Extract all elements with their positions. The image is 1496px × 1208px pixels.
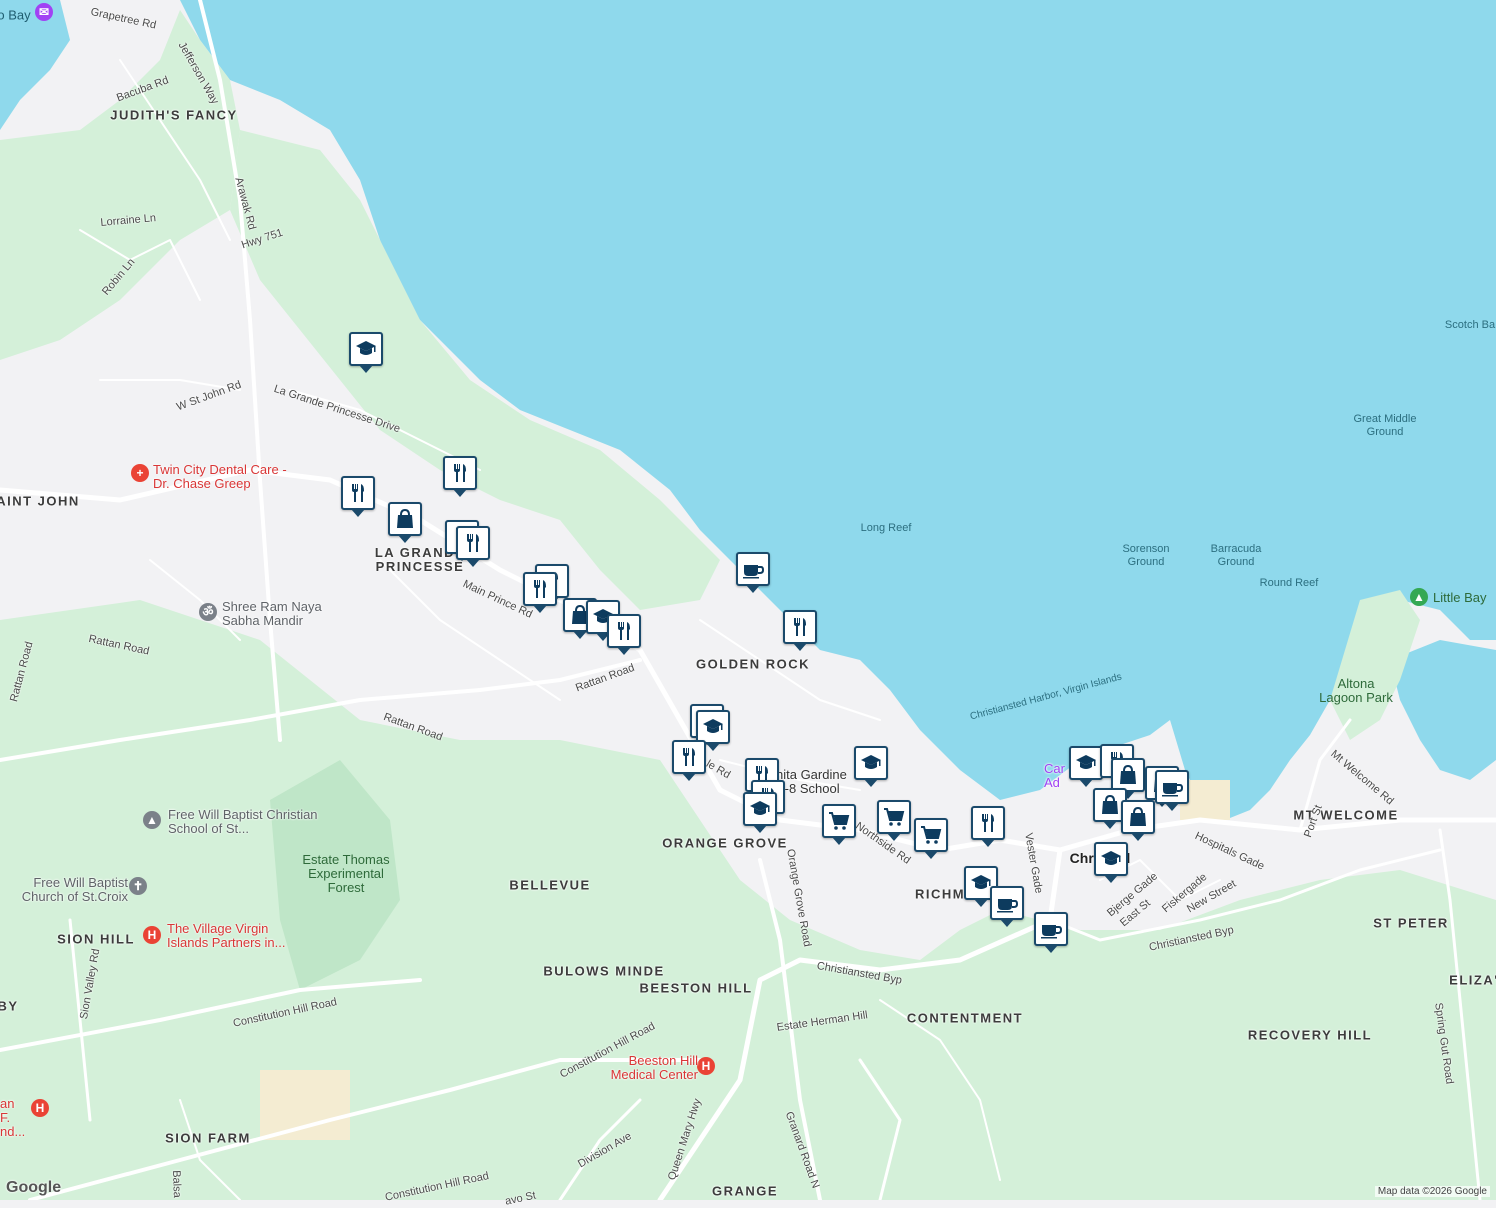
area-label: BULOWS MINDE bbox=[543, 963, 665, 979]
poi-label-juanita[interactable]: nita Gardine K-8 School bbox=[776, 768, 856, 796]
water-label: Scotch Ba bbox=[1444, 319, 1496, 331]
shopping-marker[interactable] bbox=[1111, 758, 1145, 799]
cafe-icon bbox=[743, 565, 765, 579]
water-label: Round Reef bbox=[1259, 577, 1319, 589]
poi-label-little-bay[interactable]: Little Bay bbox=[1433, 591, 1486, 605]
restaurant-marker[interactable] bbox=[523, 572, 557, 613]
school-icon bbox=[356, 341, 376, 355]
grocery-marker[interactable] bbox=[877, 800, 911, 841]
water-label: Long Reef bbox=[860, 522, 912, 534]
cafe-icon bbox=[1041, 925, 1063, 939]
cafe-marker[interactable] bbox=[1155, 770, 1189, 811]
school-marker[interactable] bbox=[696, 710, 730, 751]
hospital-icon[interactable]: H bbox=[697, 1057, 715, 1075]
area-label: BEESTON HILL bbox=[639, 980, 753, 996]
area-label: RECOVERY HILL bbox=[1247, 1027, 1373, 1043]
poi-label-mandir[interactable]: Shree Ram Naya Sabha Mandir bbox=[222, 600, 332, 628]
area-label: SION HILL bbox=[57, 931, 135, 947]
school-icon bbox=[750, 801, 770, 815]
school-icon[interactable]: ▲ bbox=[143, 811, 161, 829]
cafe-marker[interactable] bbox=[990, 886, 1024, 927]
school-icon bbox=[703, 719, 723, 733]
restaurant-icon bbox=[794, 618, 806, 636]
shopping-icon bbox=[1120, 764, 1136, 784]
school-marker[interactable] bbox=[743, 792, 777, 833]
area-label: SION FARM bbox=[165, 1130, 251, 1146]
shopping-icon bbox=[1130, 806, 1146, 826]
google-logo[interactable]: Google bbox=[6, 1179, 61, 1197]
restaurant-icon bbox=[683, 748, 695, 766]
poi-label-fwb-school[interactable]: Free Will Baptist Christian School of St… bbox=[168, 808, 318, 836]
area-label: ELIZA' bbox=[1449, 972, 1496, 988]
road-label: Balsa bbox=[170, 1170, 183, 1198]
temple-icon[interactable]: ॐ bbox=[199, 603, 217, 621]
area-label: BELLEVUE bbox=[509, 877, 591, 893]
grocery-marker[interactable] bbox=[914, 818, 948, 859]
area-label: JUDITH'S FANCY bbox=[110, 107, 238, 123]
grocery-marker[interactable] bbox=[822, 804, 856, 845]
park-icon[interactable]: ▲ bbox=[1410, 588, 1428, 606]
water-label: Sorenson Ground bbox=[1122, 543, 1170, 568]
poi-label-fwb-church[interactable]: Free Will Baptist Church of St.Croix bbox=[8, 876, 128, 904]
school-icon bbox=[1101, 851, 1121, 865]
restaurant-icon bbox=[982, 814, 994, 832]
cafe-icon bbox=[997, 899, 1019, 913]
poi-label-beeston[interactable]: Beeston Hill Medical Center bbox=[598, 1054, 698, 1082]
area-label: AINT JOHN bbox=[0, 493, 80, 509]
cafe-marker[interactable] bbox=[736, 552, 770, 593]
shopping-marker[interactable] bbox=[1121, 800, 1155, 841]
sand-block bbox=[260, 1070, 350, 1140]
area-label: GRANGE bbox=[711, 1183, 779, 1199]
restaurant-icon bbox=[618, 622, 630, 640]
church-icon[interactable]: ✝ bbox=[129, 877, 147, 895]
map-credit[interactable]: Map data ©2026 Google bbox=[1374, 1186, 1490, 1197]
shopping-icon bbox=[397, 508, 413, 528]
poi-label-forest[interactable]: Estate Thomas Experimental Forest bbox=[296, 853, 396, 895]
poi-label-altona[interactable]: Altona Lagoon Park bbox=[1316, 677, 1396, 705]
place-icon[interactable]: ✉ bbox=[35, 3, 53, 21]
restaurant-marker[interactable] bbox=[607, 614, 641, 655]
hospital-icon[interactable]: H bbox=[143, 926, 161, 944]
school-marker[interactable] bbox=[349, 332, 383, 373]
area-label: ST PETER bbox=[1373, 915, 1449, 931]
restaurant-icon bbox=[534, 580, 546, 598]
school-marker[interactable] bbox=[1094, 842, 1128, 883]
restaurant-marker[interactable] bbox=[443, 456, 477, 497]
restaurant-icon bbox=[454, 464, 466, 482]
shopping-icon bbox=[1102, 794, 1118, 814]
restaurant-marker[interactable] bbox=[456, 526, 490, 567]
restaurant-icon bbox=[467, 534, 479, 552]
grocery-icon bbox=[921, 826, 942, 844]
grocery-icon bbox=[884, 808, 905, 826]
restaurant-marker[interactable] bbox=[971, 806, 1005, 847]
restaurant-marker[interactable] bbox=[783, 610, 817, 651]
school-icon bbox=[861, 755, 881, 769]
cafe-icon bbox=[1162, 783, 1184, 797]
area-label: RICHM bbox=[914, 886, 966, 902]
hospital-icon[interactable]: H bbox=[31, 1099, 49, 1117]
cafe-marker[interactable] bbox=[1034, 912, 1068, 953]
area-label: CONTENTMENT bbox=[906, 1010, 1024, 1026]
area-label: GOLDEN ROCK bbox=[696, 656, 810, 672]
school-marker[interactable] bbox=[1069, 746, 1103, 787]
water-label: Great Middle Ground bbox=[1353, 413, 1417, 438]
water-label: o Bay bbox=[0, 7, 31, 23]
shopping-marker[interactable] bbox=[388, 502, 422, 543]
area-label: ORANGE GROVE bbox=[662, 835, 788, 851]
area-label: BY bbox=[0, 998, 19, 1014]
poi-label-village[interactable]: The Village Virgin Islands Partners in..… bbox=[167, 922, 297, 950]
restaurant-marker[interactable] bbox=[672, 740, 706, 781]
restaurant-marker[interactable] bbox=[341, 476, 375, 517]
water-label: Barracuda Ground bbox=[1210, 543, 1262, 568]
dental-icon[interactable]: + bbox=[131, 464, 149, 482]
school-icon bbox=[1076, 755, 1096, 769]
grocery-icon bbox=[829, 812, 850, 830]
poi-label-juan[interactable]: an F. nd... bbox=[0, 1097, 28, 1139]
poi-label-dental[interactable]: Twin City Dental Care - Dr. Chase Greep bbox=[153, 463, 293, 491]
school-marker[interactable] bbox=[854, 746, 888, 787]
restaurant-icon bbox=[352, 484, 364, 502]
